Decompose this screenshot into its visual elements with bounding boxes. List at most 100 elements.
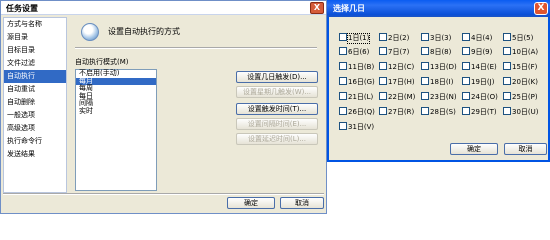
day-checkbox[interactable]: 24日(O): [462, 92, 498, 102]
checkbox-icon[interactable]: [339, 62, 347, 70]
day-label: 28日(S): [430, 108, 456, 116]
day-checkbox[interactable]: 15日(F): [503, 62, 537, 72]
checkbox-icon[interactable]: [421, 107, 429, 115]
mode-label: 自动执行模式(M): [75, 58, 129, 66]
day-checkbox[interactable]: 3日(3): [421, 33, 451, 43]
checkbox-icon[interactable]: [339, 47, 347, 55]
nav-item[interactable]: 方式与名称: [4, 18, 66, 31]
nav-item[interactable]: 执行命令行: [4, 135, 66, 148]
day-label: 26日(Q): [348, 108, 375, 116]
checkbox-icon[interactable]: [462, 92, 470, 100]
select-days-titlebar[interactable]: 选择几日 X: [327, 0, 550, 17]
checkbox-icon[interactable]: [379, 107, 387, 115]
day-checkbox[interactable]: 17日(H): [379, 77, 415, 87]
checkbox-icon[interactable]: [503, 33, 511, 41]
day-checkbox[interactable]: 5日(5): [503, 33, 533, 43]
nav-item[interactable]: 发送结果: [4, 148, 66, 161]
checkbox-icon[interactable]: [503, 77, 511, 85]
day-checkbox[interactable]: 26日(Q): [339, 107, 375, 117]
day-checkbox[interactable]: 14日(E): [462, 62, 497, 72]
checkbox-icon[interactable]: [462, 77, 470, 85]
checkbox-icon[interactable]: [421, 77, 429, 85]
day-checkbox[interactable]: 18日(I): [421, 77, 453, 87]
day-label: 16日(G): [348, 78, 375, 86]
auto-exec-panel: 设置自动执行的方式 自动执行模式(M) 不启用(手动) 每月 每周 每日 间隔 实时 设置…: [69, 17, 323, 193]
checkbox-icon[interactable]: [339, 92, 347, 100]
nav-item[interactable]: 目标目录: [4, 44, 66, 57]
nav-item[interactable]: 自动执行: [4, 70, 66, 83]
nav-item[interactable]: 源目录: [4, 31, 66, 44]
day-checkbox[interactable]: 30日(U): [503, 107, 539, 117]
day-checkbox[interactable]: 29日(T): [462, 107, 497, 117]
checkbox-icon[interactable]: [421, 62, 429, 70]
day-label: 24日(O): [471, 93, 498, 101]
checkbox-icon[interactable]: [462, 62, 470, 70]
checkbox-icon[interactable]: [462, 33, 470, 41]
day-checkbox[interactable]: 21日(L): [339, 92, 373, 102]
checkbox-icon[interactable]: [462, 107, 470, 115]
close-icon[interactable]: X: [534, 2, 548, 15]
checkbox-icon[interactable]: [379, 47, 387, 55]
day-checkbox[interactable]: 12日(C): [379, 62, 414, 72]
nav-item[interactable]: 自动重试: [4, 83, 66, 96]
checkbox-icon[interactable]: [421, 47, 429, 55]
set-trigger-time-button[interactable]: 设置触发时间(T)...: [236, 103, 318, 115]
day-checkbox[interactable]: 7日(7): [379, 47, 409, 57]
day-checkbox[interactable]: 10日(A): [503, 47, 538, 57]
nav-item[interactable]: 一般选项: [4, 109, 66, 122]
days-cancel-button[interactable]: 取消: [504, 143, 547, 155]
day-checkbox[interactable]: 19日(J): [462, 77, 494, 87]
day-checkbox[interactable]: 16日(G): [339, 77, 375, 87]
checkbox-icon[interactable]: [503, 92, 511, 100]
day-checkbox[interactable]: 27日(R): [379, 107, 414, 117]
mode-listbox[interactable]: 不启用(手动) 每月 每周 每日 间隔 实时: [75, 69, 157, 191]
day-checkbox[interactable]: 4日(4): [462, 33, 492, 43]
cancel-button[interactable]: 取消: [280, 197, 324, 209]
set-weekdays-button: 设置星期几触发(W)...: [236, 86, 318, 98]
day-checkbox[interactable]: 8日(8): [421, 47, 451, 57]
day-checkbox[interactable]: 9日(9): [462, 47, 492, 57]
task-settings-titlebar[interactable]: 任务设置 X: [1, 1, 326, 15]
checkbox-icon[interactable]: [503, 107, 511, 115]
checkbox-icon[interactable]: [421, 33, 429, 41]
checkbox-icon[interactable]: [379, 33, 387, 41]
checkbox-icon[interactable]: [503, 47, 511, 55]
day-checkbox[interactable]: 13日(D): [421, 62, 457, 72]
mode-option[interactable]: 实时: [76, 107, 156, 116]
set-days-button[interactable]: 设置几日触发(D)...: [236, 71, 318, 83]
nav-item[interactable]: 高级选项: [4, 122, 66, 135]
checkbox-icon[interactable]: [421, 92, 429, 100]
set-delay-button: 设置延迟时间(L)...: [236, 133, 318, 145]
day-label: 22日(M): [388, 93, 416, 101]
day-label: 1日(1): [346, 33, 371, 44]
checkbox-icon[interactable]: [379, 62, 387, 70]
day-checkbox[interactable]: 20日(K): [503, 77, 538, 87]
day-checkbox[interactable]: 28日(S): [421, 107, 456, 117]
checkbox-icon[interactable]: [462, 47, 470, 55]
day-checkbox[interactable]: 25日(P): [503, 92, 538, 102]
checkbox-icon[interactable]: [379, 92, 387, 100]
close-icon[interactable]: X: [310, 2, 324, 14]
footer-divider: [3, 193, 324, 195]
checkbox-icon[interactable]: [379, 77, 387, 85]
nav-item[interactable]: 自动删除: [4, 96, 66, 109]
day-checkbox[interactable]: 6日(6): [339, 47, 369, 57]
days-ok-button[interactable]: 确定: [450, 143, 498, 155]
nav-item[interactable]: 文件过滤: [4, 57, 66, 70]
ok-button[interactable]: 确定: [227, 197, 275, 209]
day-label: 7日(7): [388, 48, 410, 56]
checkbox-icon[interactable]: [339, 33, 347, 41]
checkbox-icon[interactable]: [339, 77, 347, 85]
day-label: 5日(5): [512, 34, 534, 42]
day-checkbox[interactable]: 1日(1): [339, 33, 371, 44]
day-checkbox[interactable]: 22日(M): [379, 92, 415, 102]
day-checkbox[interactable]: 2日(2): [379, 33, 409, 43]
day-checkbox[interactable]: 23日(N): [421, 92, 457, 102]
day-label: 6日(6): [348, 48, 370, 56]
checkbox-icon[interactable]: [503, 62, 511, 70]
settings-icon: [81, 23, 99, 41]
day-checkbox[interactable]: 11日(B): [339, 62, 374, 72]
checkbox-icon[interactable]: [339, 122, 347, 130]
checkbox-icon[interactable]: [339, 107, 347, 115]
day-checkbox[interactable]: 31日(V): [339, 122, 374, 132]
